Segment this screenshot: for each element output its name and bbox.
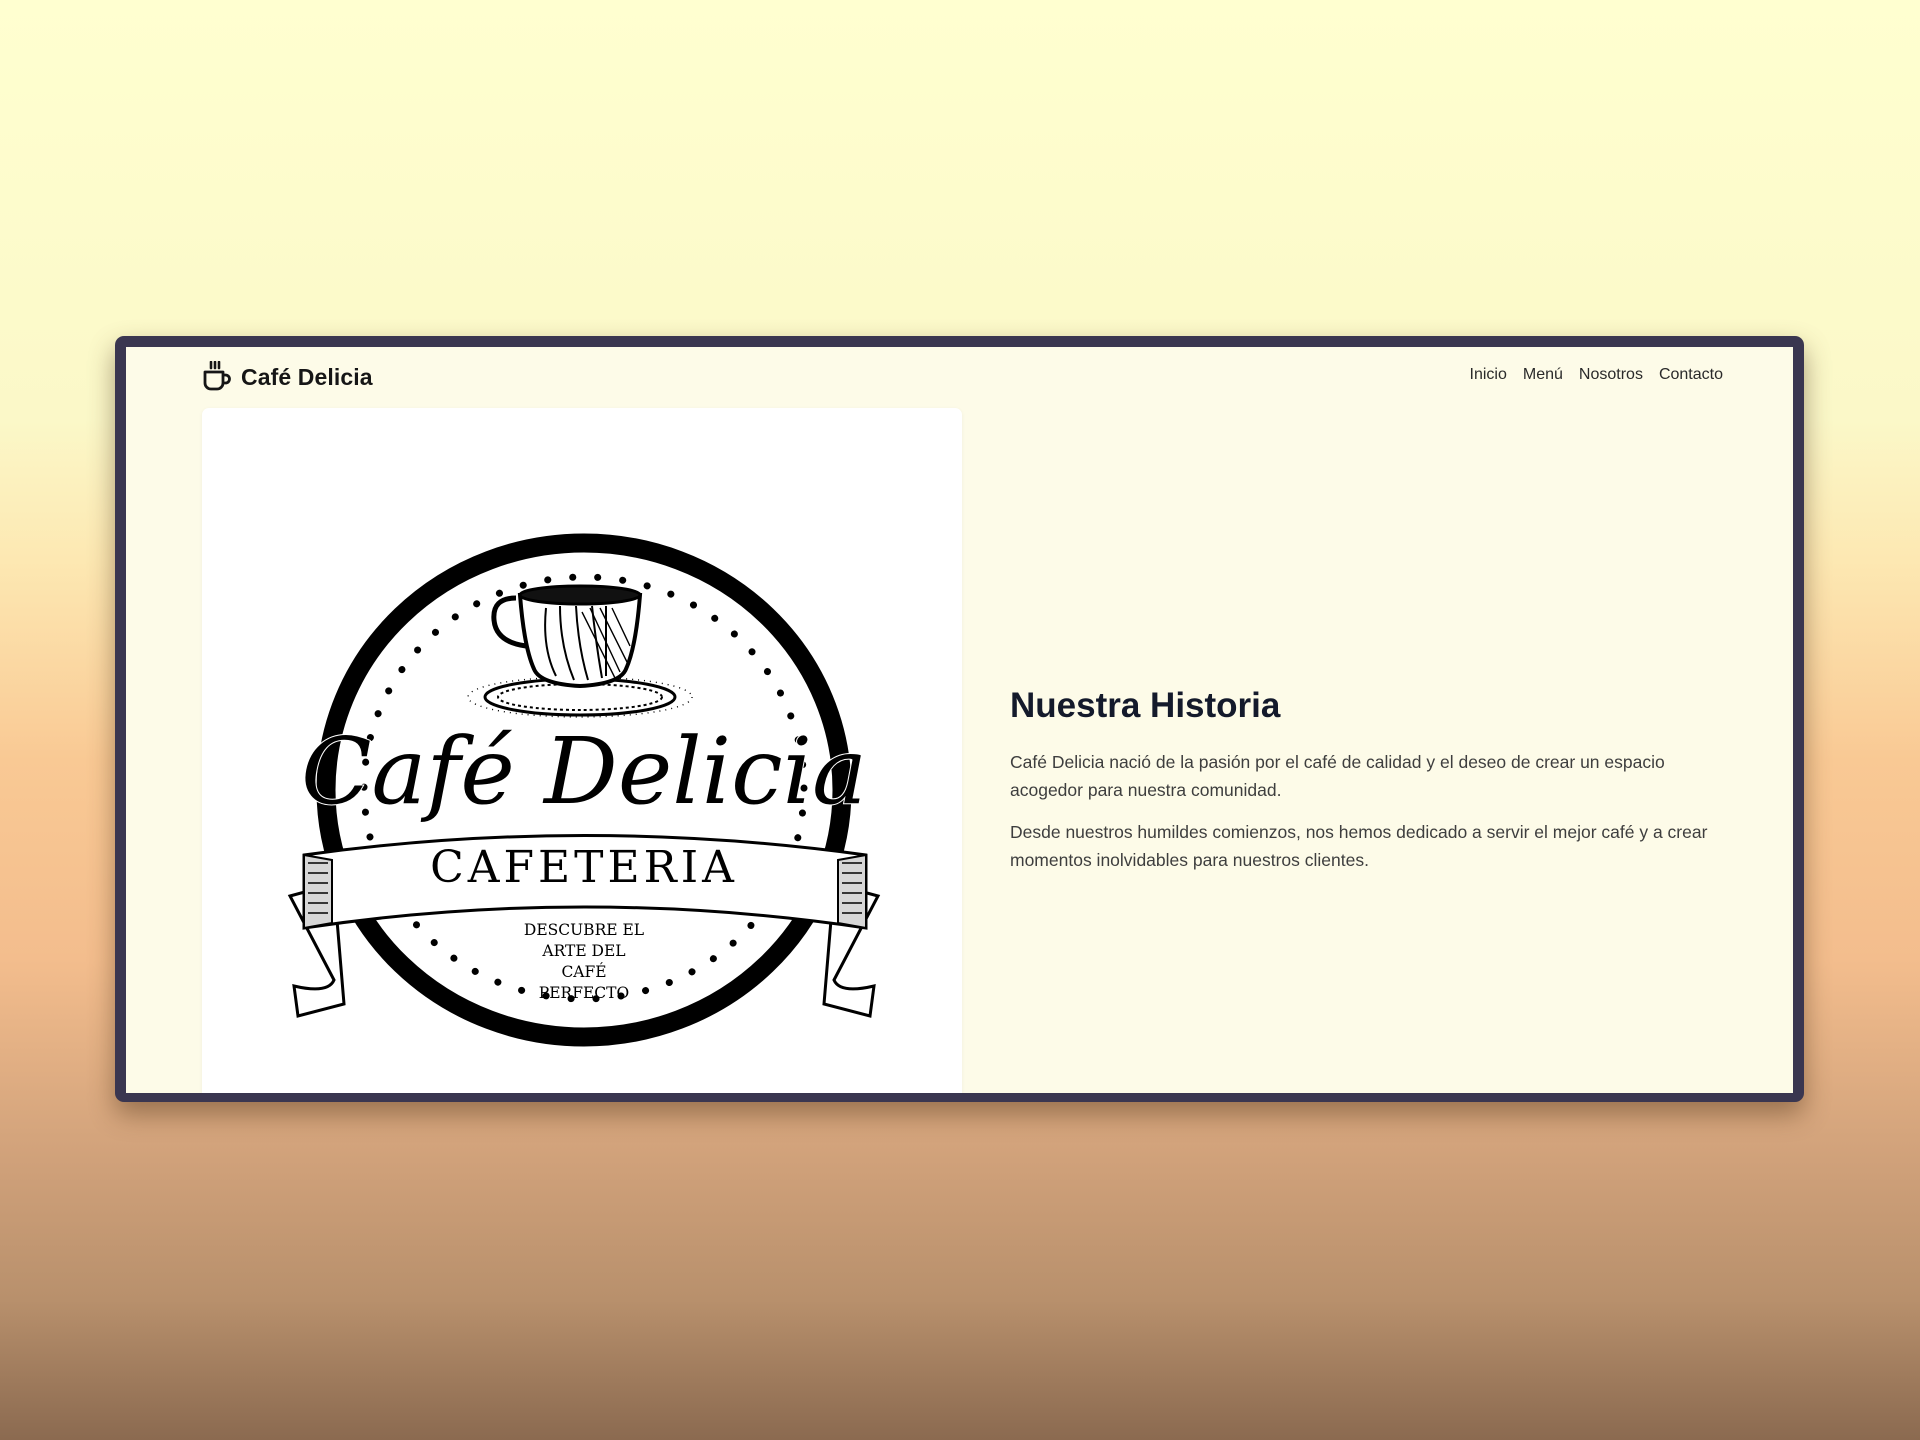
navbar: Café Delicia Inicio Menú Nosotros Contac… [126,347,1793,407]
story-paragraph-1: Café Delicia nació de la pasión por el c… [1010,752,1665,800]
logo-banner-text: CAFETERIA [430,842,738,893]
brand-name: Café Delicia [241,363,373,390]
logo-image-card: Café Delicia CAFETERIA DESCUBRE EL ARTE … [202,408,962,1093]
story-title: Nuestra Historia [1010,686,1281,725]
coffee-cup-illustration [467,584,693,718]
story-paragraph-2: Desde nuestros humildes comienzos, nos h… [1010,822,1708,870]
brand-link[interactable]: Café Delicia [202,360,373,394]
nav-link-nosotros[interactable]: Nosotros [1579,366,1643,384]
logo-script-text: Café Delicia [301,718,867,825]
nav-link-menu[interactable]: Menú [1523,366,1563,384]
browser-window-frame: Café Delicia Inicio Menú Nosotros Contac… [115,336,1804,1102]
logo-tagline-line-3: CAFÉ [561,963,606,981]
logo-tagline-line-4: PERFECTO [539,984,629,1002]
nav-links: Inicio Menú Nosotros Contacto [1470,366,1723,384]
nav-link-contacto[interactable]: Contacto [1659,366,1723,384]
cafe-delicia-logo: Café Delicia CAFETERIA DESCUBRE EL ARTE … [287,533,881,1047]
coffee-cup-icon [202,361,232,393]
nav-link-inicio[interactable]: Inicio [1470,366,1507,384]
logo-tagline-line-2: ARTE DEL [541,942,625,960]
story-section: Nuestra Historia Café Delicia nació de l… [1010,686,1730,888]
page-viewport: Café Delicia Inicio Menú Nosotros Contac… [126,347,1793,1093]
logo-tagline-line-1: DESCUBRE EL [524,921,644,939]
